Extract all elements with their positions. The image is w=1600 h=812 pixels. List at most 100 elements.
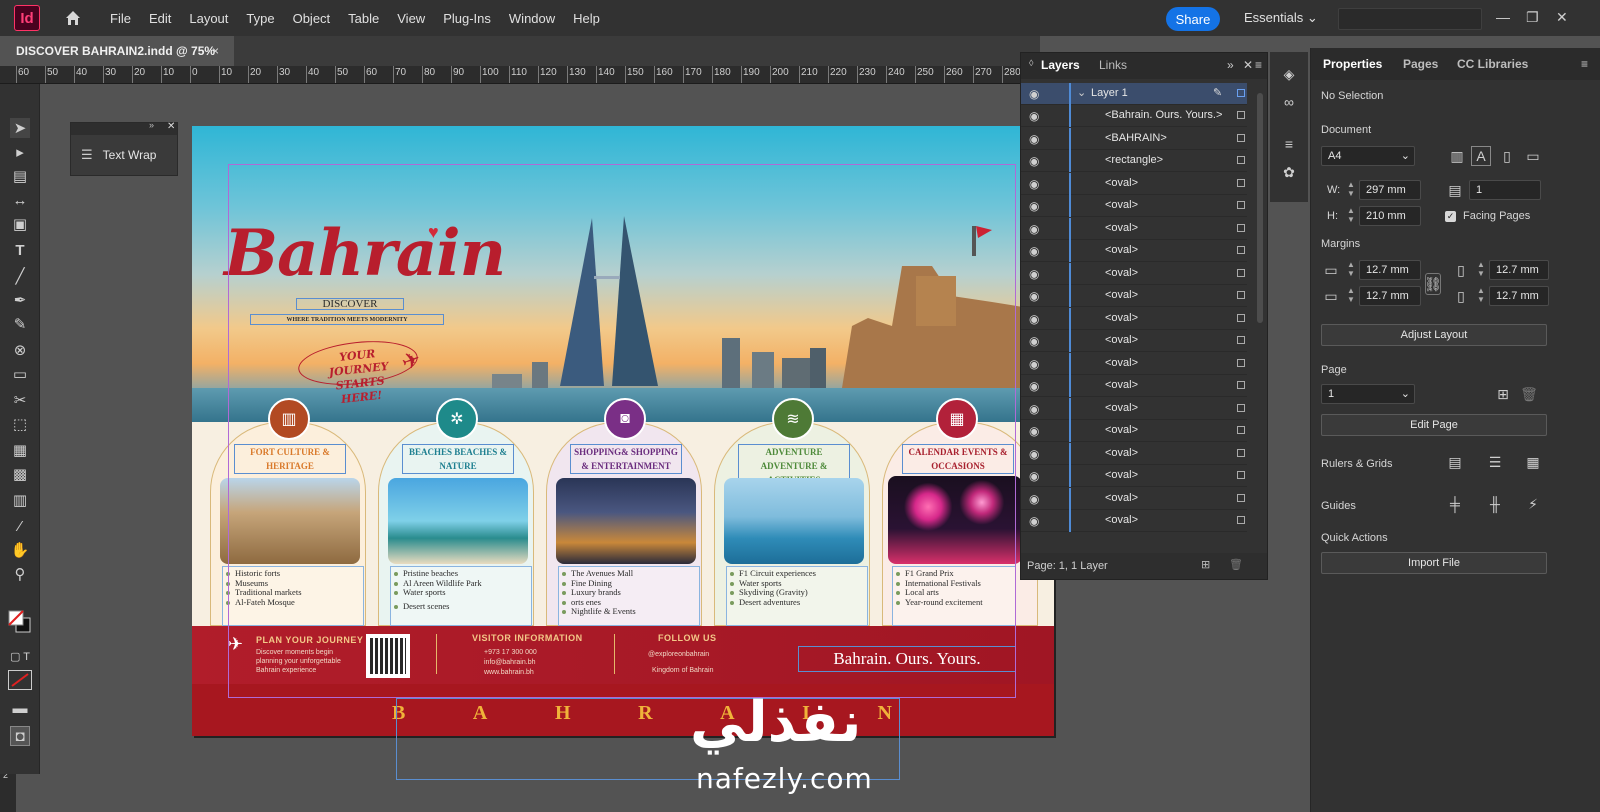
eye-icon[interactable]: ◉ [1029,357,1039,371]
show-guides-icon[interactable]: ╪ [1445,494,1465,514]
selection-square[interactable] [1237,313,1245,322]
margin-top-stepper[interactable]: ▲ ▼ [1345,260,1357,280]
apply-none-icon[interactable] [8,670,32,690]
layer-item-row[interactable]: ◉ <oval> [1021,330,1247,352]
eye-icon[interactable]: ◉ [1029,402,1039,416]
links-icon[interactable]: ∞ [1279,92,1299,112]
selection-tool-icon[interactable]: ➤ [10,118,30,138]
restore-icon[interactable]: ❐ [1526,9,1539,26]
tab-close-icon[interactable]: × [212,44,219,58]
pen-tool-icon[interactable]: ✒ [10,290,30,310]
selection-square[interactable] [1237,358,1245,367]
menu-type[interactable]: Type [246,11,274,26]
menu-table[interactable]: Table [348,11,379,26]
collapse-icon[interactable]: » [1227,58,1234,72]
baseline-grid-icon[interactable]: ☰ [1485,452,1505,472]
formatting-container-icon[interactable]: ▢ T [10,646,30,666]
panel-menu-icon[interactable]: ≡ [1255,58,1262,72]
width-input[interactable]: 297 mm [1359,180,1421,200]
trash-icon[interactable]: 🗑 [1229,558,1243,571]
eye-icon[interactable]: ◉ [1029,379,1039,393]
height-stepper[interactable]: ▲ ▼ [1345,206,1357,226]
menu-edit[interactable]: Edit [149,11,171,26]
type-tool-icon[interactable]: T [10,240,30,260]
selection-square[interactable] [1237,426,1245,434]
home-icon[interactable] [64,9,82,27]
selection-square[interactable] [1237,246,1245,254]
chain-link-icon[interactable]: ⛓ [1424,273,1442,295]
content-collector-icon[interactable]: ▣ [10,214,30,234]
panel-menu-icon[interactable]: ≡ [1581,57,1588,71]
page-select[interactable]: 1 ⌄ [1321,384,1415,404]
workspace-switcher[interactable]: Essentials ⌄ [1244,10,1318,26]
document-page[interactable]: Bahrain ♥ DISCOVER WHERE TRADITION MEETS… [192,126,1054,736]
smart-guides-icon[interactable]: ⚡ [1523,494,1543,514]
selection-square[interactable] [1237,291,1245,299]
layer-item-row[interactable]: ◉ <BAHRAIN> [1021,127,1247,150]
layer-item-row[interactable]: ◉ <Bahrain. Ours. Yours.> [1021,105,1247,127]
document-tab[interactable]: DISCOVER BAHRAIN2.indd @ 75% [0,36,234,66]
selection-square[interactable] [1237,471,1245,479]
eye-icon[interactable]: ◉ [1029,244,1039,258]
layer-row[interactable]: ◉ ⌄ Layer 1 ✎ [1021,83,1247,105]
zoom-tool-icon[interactable]: ⚲ [10,564,30,584]
eye-icon[interactable]: ◉ [1029,492,1039,506]
eye-icon[interactable]: ◉ [1029,424,1039,438]
menu-window[interactable]: Window [509,11,555,26]
layer-item-row[interactable]: ◉ <oval> [1021,375,1247,397]
close-icon[interactable]: ✕ [1243,58,1253,72]
eye-icon[interactable]: ◉ [1029,514,1039,528]
eye-icon[interactable]: ◉ [1029,154,1039,168]
layers-icon[interactable]: ◈ [1279,64,1299,84]
panel-grip-icon[interactable]: ◊ [1029,58,1033,68]
selection-square[interactable] [1237,268,1245,277]
layer-item-row[interactable]: ◉ <oval> [1021,240,1247,262]
page-tool-icon[interactable]: ▤ [10,166,30,186]
portrait-icon[interactable]: ▯ [1497,146,1517,166]
layer-item-row[interactable]: ◉ <oval> [1021,172,1247,195]
eye-icon[interactable]: ◉ [1029,312,1039,326]
share-button[interactable]: Share [1166,7,1220,31]
document-grid-icon[interactable]: ▦ [1523,452,1543,472]
hand-tool-icon[interactable]: ✋ [10,540,30,560]
primary-text-frame-icon[interactable]: A [1471,146,1491,166]
tab-cc-libraries[interactable]: CC Libraries [1457,57,1528,71]
eye-icon[interactable]: ◉ [1029,109,1039,123]
minimize-icon[interactable]: — [1496,9,1510,25]
gap-tool-icon[interactable]: ↔ [10,190,30,210]
note-tool-icon[interactable]: ▥ [10,490,30,510]
eye-icon[interactable]: ◉ [1029,222,1039,236]
layer-item-row[interactable]: ◉ <oval> [1021,465,1247,487]
selection-square[interactable] [1237,403,1245,412]
text-wrap-title[interactable]: Text Wrap [103,148,157,162]
preview-mode-icon[interactable]: ◘ [10,726,30,746]
collapse-icon[interactable]: » [149,120,154,130]
layer-item-row[interactable]: ◉ <oval> [1021,262,1247,285]
selection-square[interactable] [1237,178,1245,187]
selection-square[interactable] [1237,516,1245,524]
selection-square[interactable] [1237,111,1245,119]
pencil-tool-icon[interactable]: ✎ [10,314,30,334]
fill-stroke-swatch-icon[interactable] [6,608,34,636]
color-icon[interactable]: ✿ [1279,162,1299,182]
selection-square[interactable] [1237,493,1245,502]
eyedropper-tool-icon[interactable]: ⁄ [10,516,30,536]
landscape-icon[interactable]: ▭ [1523,146,1543,166]
adjust-layout-button[interactable]: Adjust Layout [1321,324,1547,346]
menu-object[interactable]: Object [293,11,331,26]
eye-icon[interactable]: ◉ [1029,289,1039,303]
edit-page-button[interactable]: Edit Page [1321,414,1547,436]
tab-properties[interactable]: Properties [1323,57,1382,71]
close-icon[interactable]: ✕ [167,121,175,132]
eye-icon[interactable]: ◉ [1029,132,1039,146]
facing-pages-checkbox[interactable]: ✓ [1445,211,1456,222]
margin-bottom-stepper[interactable]: ▲ ▼ [1345,286,1357,306]
chevron-down-icon[interactable]: ⌄ [1077,86,1086,99]
line-tool-icon[interactable]: ╱ [10,266,30,286]
menu-view[interactable]: View [397,11,425,26]
lock-guides-icon[interactable]: ╫ [1485,494,1505,514]
eye-icon[interactable]: ◉ [1029,334,1039,348]
selection-square[interactable] [1237,89,1245,97]
add-page-icon[interactable]: ⊞ [1493,384,1513,404]
layer-item-row[interactable]: ◉ <oval> [1021,217,1247,240]
